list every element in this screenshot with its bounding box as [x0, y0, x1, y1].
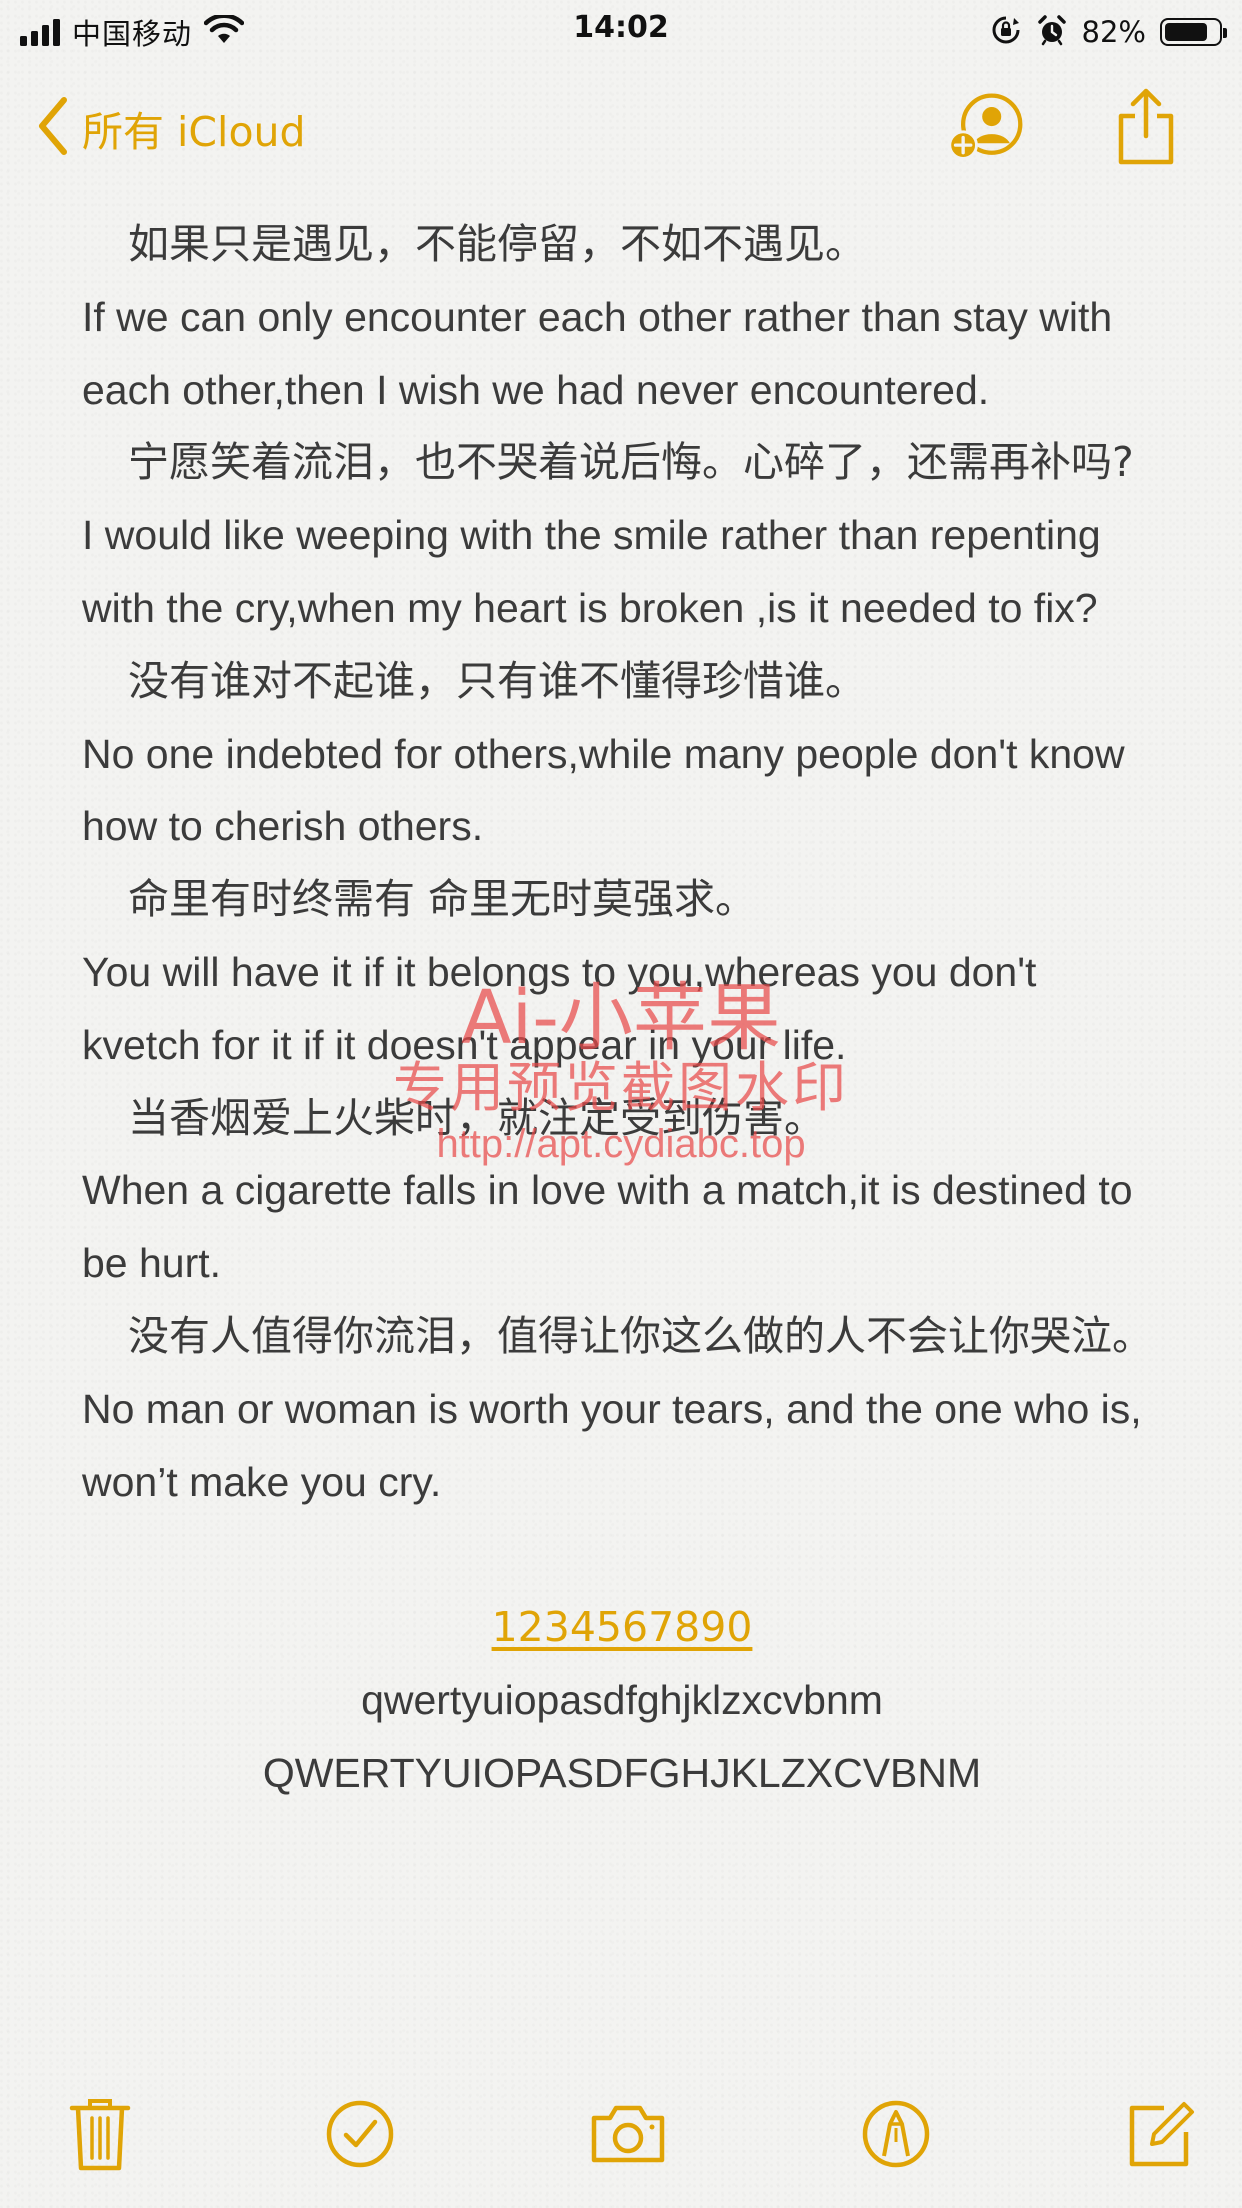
note-line-chinese: 宁愿笑着流泪，也不哭着说后悔。心碎了，还需再补吗?: [128, 438, 1134, 487]
phone-number-link[interactable]: 1234567890: [492, 1603, 753, 1651]
note-line-chinese: 当香烟爱上火柴时，就注定受到伤害。: [128, 1093, 825, 1142]
note-viewport: 如果只是遇见，不能停留，不如不遇见。 If we can only encount…: [0, 0, 1242, 2058]
compose-icon[interactable]: [1118, 2092, 1202, 2176]
note-line-chinese: 如果只是遇见，不能停留，不如不遇见。: [128, 220, 866, 268]
note-line-chinese: 没有谁对不起谁，只有谁不懂得珍惜谁。: [128, 656, 866, 705]
note-body[interactable]: 如果只是遇见，不能停留，不如不遇见。 If we can only encount…: [82, 208, 1162, 1810]
note-line-chinese: 命里有时终需有 命里无时莫强求。: [128, 875, 757, 924]
note-line-chinese: 没有人值得你流泪，值得让你这么做的人不会让你哭泣。: [128, 1311, 1153, 1360]
markup-icon[interactable]: [854, 2092, 938, 2176]
uppercase-line: QWERTYUIOPASDFGHJKLZXCVBNM: [262, 1749, 982, 1796]
note-line-english: No one indebted for others,while many pe…: [82, 730, 1125, 850]
note-line-english: No man or woman is worth your tears, and…: [82, 1385, 1142, 1505]
note-line-english: If we can only encounter each other rath…: [82, 293, 1113, 413]
trash-icon[interactable]: [58, 2092, 142, 2176]
note-line-english: I would like weeping with the smile rath…: [82, 512, 1101, 631]
lowercase-line: qwertyuiopasdfghjklzxcvbnm: [361, 1676, 883, 1723]
note-line-english: When a cigarette falls in love with a ma…: [82, 1167, 1133, 1287]
note-line-english: You will have it if it belongs to you,wh…: [82, 948, 1037, 1068]
bottom-toolbar: [0, 2086, 1242, 2196]
digits-line: 1234567890: [82, 1591, 1162, 1664]
camera-icon[interactable]: [586, 2092, 670, 2176]
checklist-icon[interactable]: [318, 2092, 402, 2176]
